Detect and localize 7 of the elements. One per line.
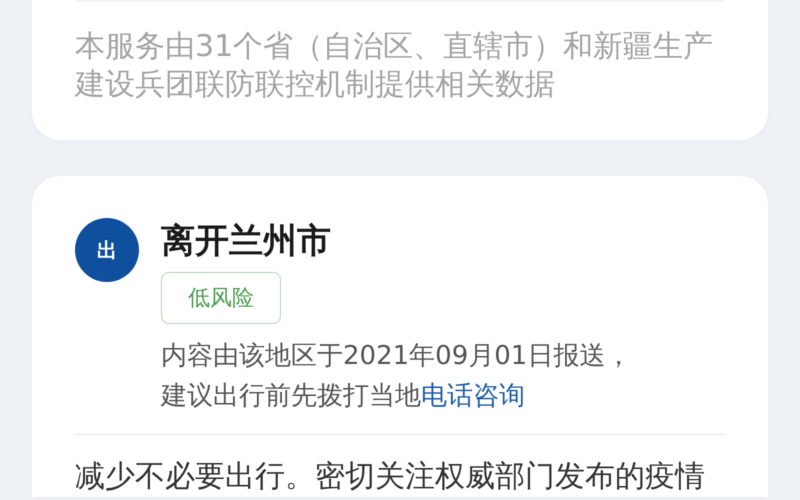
risk-tag: 低风险 xyxy=(161,272,281,324)
phone-consult-link[interactable]: 电话咨询 xyxy=(421,381,525,411)
data-source-note: 本服务由31个省（自治区、直辖市）和新疆生产 建设兵团联防联控机制提供相关数据 xyxy=(75,28,714,104)
notice-text: 内容由该地区于2021年09月01日报送， 建议出行前先拨打当地电话咨询 xyxy=(161,340,632,413)
city-title: 离开兰州市 xyxy=(161,220,331,263)
exit-badge: 出 xyxy=(75,218,139,282)
advice-text: 减少不必要出行。密切关注权威部门发布的疫情 xyxy=(75,458,706,496)
